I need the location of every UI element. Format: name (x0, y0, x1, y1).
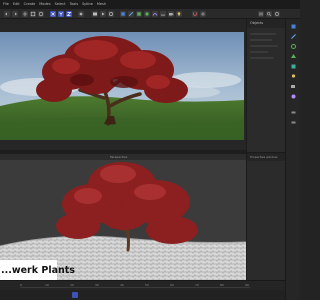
gear-icon[interactable] (290, 43, 297, 50)
cube-icon[interactable] (290, 23, 297, 30)
coordinate-system-icon[interactable] (78, 11, 84, 17)
light-icon[interactable] (176, 11, 182, 17)
timeline-tick: 20 (70, 283, 74, 287)
timeline-ruler[interactable]: 0 10 20 30 40 50 60 70 80 90 (0, 280, 285, 290)
menu-item-spline[interactable]: Spline (82, 0, 93, 9)
stack-icon[interactable] (290, 63, 297, 70)
play-button[interactable] (72, 292, 78, 298)
object-manager-title: Objects (250, 21, 264, 25)
record-icon[interactable] (92, 292, 98, 298)
layer-icon[interactable] (290, 119, 297, 126)
pen-icon[interactable] (290, 33, 297, 40)
redo-icon[interactable] (12, 11, 18, 17)
timeline-tick: 10 (45, 283, 49, 287)
overlay-title: ...werk Plants (1, 264, 75, 276)
menu-item-select[interactable]: Select (55, 0, 66, 9)
menu-item-mesh[interactable]: Mesh (97, 0, 106, 9)
keyframe-icon[interactable] (100, 292, 106, 298)
transport-bar (0, 290, 285, 300)
settings-icon[interactable] (274, 11, 280, 17)
pen-spline-icon[interactable] (128, 11, 134, 17)
go-to-start-icon[interactable] (64, 292, 70, 298)
render-image (0, 32, 244, 140)
attributes-title: Properties window (250, 155, 278, 159)
y-axis-icon[interactable] (58, 11, 64, 17)
video-title-overlay: ...werk Plants (0, 260, 75, 280)
floor-icon[interactable] (160, 11, 166, 17)
object-row[interactable] (250, 51, 268, 53)
timeline-tick: 0 (20, 283, 22, 287)
object-manager-panel: Objects Properties window (246, 19, 286, 300)
camera-icon[interactable] (290, 83, 297, 90)
cloner-icon[interactable] (144, 11, 150, 17)
render-view-icon[interactable] (92, 11, 98, 17)
menu-item-file[interactable]: File (3, 0, 9, 9)
attributes-header: Properties window (247, 152, 286, 161)
sphere-icon[interactable] (290, 93, 297, 100)
z-axis-icon[interactable] (66, 11, 72, 17)
timeline-tick: 60 (170, 283, 174, 287)
deformer-icon[interactable] (152, 11, 158, 17)
menu-item-modes[interactable]: Modes (39, 0, 50, 9)
timeline-tick: 70 (195, 283, 199, 287)
timeline-tick: 90 (245, 283, 249, 287)
render-viewport[interactable] (0, 19, 246, 150)
object-row[interactable] (250, 57, 274, 59)
magnet-icon[interactable] (192, 11, 198, 17)
undo-icon[interactable] (4, 11, 10, 17)
object-row[interactable] (250, 45, 278, 47)
timeline-tick: 50 (145, 283, 149, 287)
scale-tool-icon[interactable] (30, 11, 36, 17)
search-icon[interactable] (266, 11, 272, 17)
render-preview (0, 32, 244, 140)
render-settings-icon[interactable] (108, 11, 114, 17)
cube-object-icon[interactable] (120, 11, 126, 17)
rotate-tool-icon[interactable] (38, 11, 44, 17)
tag-icon[interactable] (290, 109, 297, 116)
timeline-tick: 30 (95, 283, 99, 287)
timeline-track[interactable] (20, 287, 250, 288)
menu-item-edit[interactable]: Edit (13, 0, 20, 9)
object-manager-header: Objects (247, 19, 286, 28)
menu-item-tools[interactable]: Tools (69, 0, 78, 9)
main-toolbar (0, 9, 300, 19)
subdivision-icon[interactable] (136, 11, 142, 17)
move-tool-icon[interactable] (22, 11, 28, 17)
timeline-tick: 40 (120, 283, 124, 287)
viewport-camera-label[interactable]: Perspective (110, 154, 127, 160)
x-axis-icon[interactable] (50, 11, 56, 17)
autokey-icon[interactable] (108, 292, 114, 298)
grid-icon[interactable] (200, 11, 206, 17)
timeline-tick: 80 (220, 283, 224, 287)
light-icon[interactable] (290, 73, 297, 80)
render-active-icon[interactable] (100, 11, 106, 17)
right-icon-palette (285, 19, 300, 300)
object-row[interactable] (250, 39, 272, 41)
camera-icon[interactable] (168, 11, 174, 17)
object-row[interactable] (250, 33, 276, 35)
layout-menu-icon[interactable] (258, 11, 264, 17)
menu-bar: File Edit Create Modes Select Tools Spli… (0, 0, 300, 9)
tree-icon[interactable] (290, 53, 297, 60)
go-to-end-icon[interactable] (80, 292, 86, 298)
menu-item-create[interactable]: Create (24, 0, 36, 9)
render-viewport-header (0, 19, 246, 25)
